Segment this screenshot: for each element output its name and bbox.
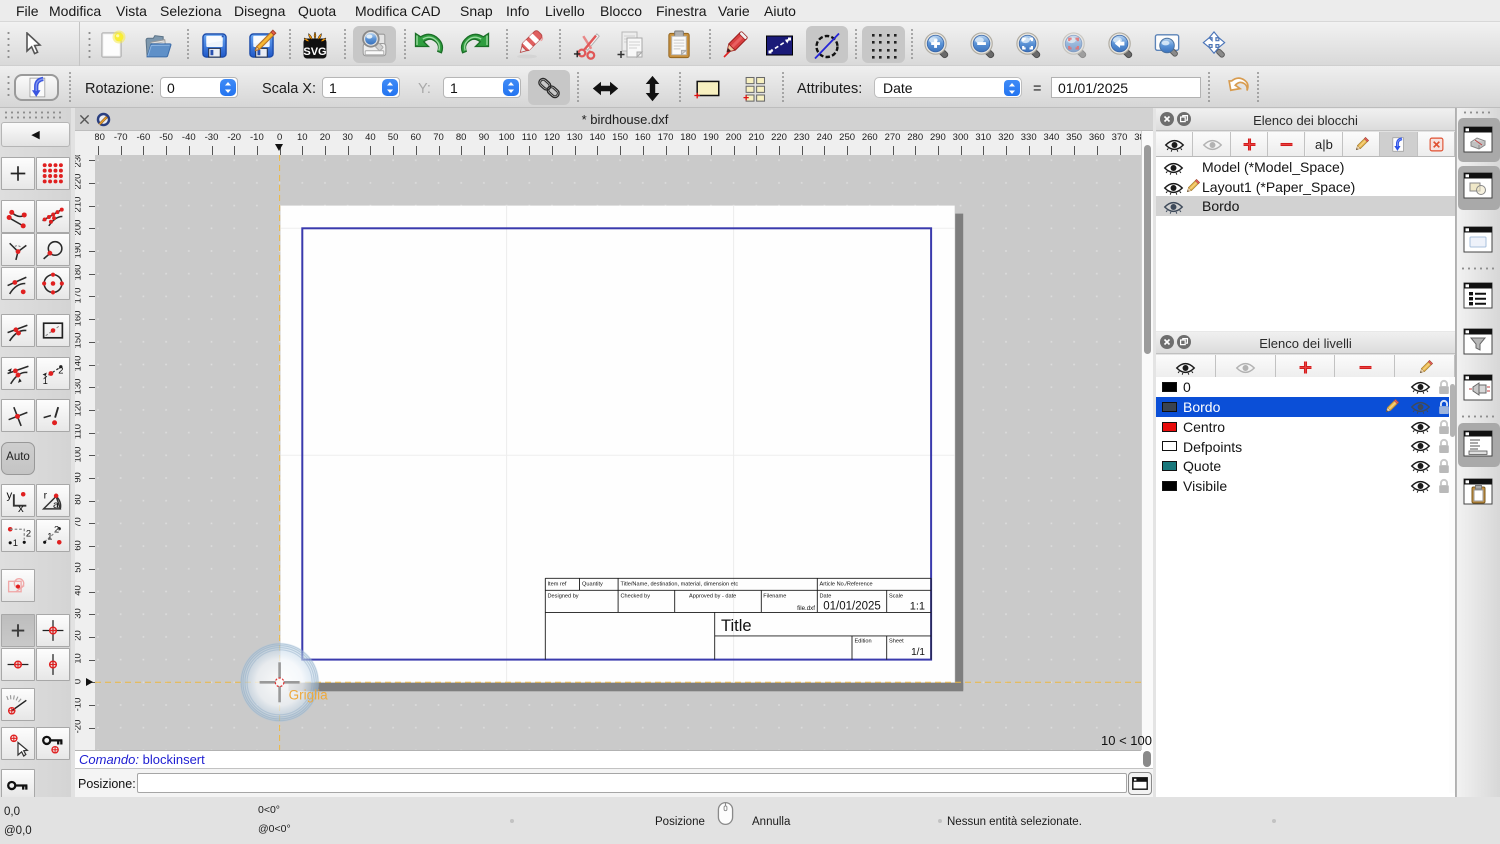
svg-text:01/01/2025: 01/01/2025 xyxy=(823,601,881,613)
svg-text:Designed by: Designed by xyxy=(548,594,579,600)
svg-text:Filename: Filename xyxy=(763,594,786,600)
svg-text:Item ref: Item ref xyxy=(548,582,567,588)
svg-text:Quantity: Quantity xyxy=(582,582,603,588)
svg-text:a: a xyxy=(53,500,59,511)
svg-text:x: x xyxy=(18,503,24,515)
svg-text:Scale: Scale xyxy=(889,594,903,600)
svg-text:1: 1 xyxy=(13,537,18,547)
svg-text:Article No./Reference: Article No./Reference xyxy=(820,582,873,588)
svg-text:y: y xyxy=(7,489,13,501)
svg-text:1:1: 1:1 xyxy=(910,601,925,613)
svg-text:Date: Date xyxy=(820,594,832,600)
svg-text:Title: Title xyxy=(721,617,752,635)
svg-text:Edition: Edition xyxy=(855,639,872,645)
svg-text:Griglia: Griglia xyxy=(289,687,329,702)
svg-text:2: 2 xyxy=(58,365,63,375)
svg-text:1: 1 xyxy=(43,375,48,385)
svg-text:2: 2 xyxy=(26,528,31,538)
svg-text:Approved by - date: Approved by - date xyxy=(689,594,736,600)
svg-text:Checked by: Checked by xyxy=(621,594,651,600)
svg-text:r: r xyxy=(44,490,48,501)
svg-text:1: 1 xyxy=(47,531,52,541)
svg-text:1/1: 1/1 xyxy=(911,647,925,658)
svg-text:Sheet: Sheet xyxy=(889,639,904,645)
svg-text:file.dxf: file.dxf xyxy=(797,605,815,612)
svg-text:Title/Name, destination, mater: Title/Name, destination, material, dimen… xyxy=(621,582,739,588)
